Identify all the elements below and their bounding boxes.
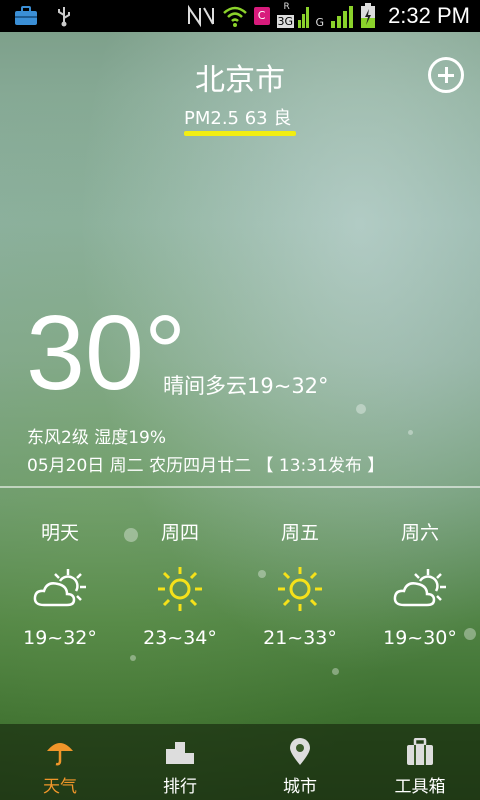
network-indicator: R 3G bbox=[276, 2, 310, 29]
aqi-indicator-bar bbox=[184, 131, 296, 136]
sun-icon bbox=[158, 567, 202, 611]
roaming-label: R bbox=[283, 2, 290, 12]
tab-ranking[interactable]: 排行 bbox=[120, 724, 240, 800]
partly-cloudy-icon bbox=[393, 569, 446, 607]
usb-icon bbox=[58, 7, 70, 27]
divider bbox=[0, 486, 480, 488]
network-type-label: 3G bbox=[276, 15, 295, 28]
forecast-day[interactable]: 周六 19~30° bbox=[360, 518, 480, 649]
sim-badge: C bbox=[253, 7, 270, 25]
carrier-letter: G bbox=[315, 16, 325, 29]
forecast-range: 21~33° bbox=[263, 627, 337, 649]
umbrella-icon bbox=[47, 743, 73, 766]
toolbox-icon bbox=[407, 737, 433, 765]
signal-bars-icon bbox=[297, 7, 309, 28]
tab-city[interactable]: 城市 bbox=[240, 724, 360, 800]
forecast-day[interactable]: 明天 19~32° bbox=[0, 518, 120, 649]
sun-icon bbox=[278, 567, 322, 611]
forecast-day-name: 周五 bbox=[280, 522, 319, 544]
partly-cloudy-icon bbox=[33, 569, 86, 607]
tab-label: 城市 bbox=[283, 777, 317, 797]
cell-signal-icon bbox=[331, 6, 354, 28]
forecast-day[interactable]: 周四 23~34° bbox=[120, 518, 240, 649]
tab-weather[interactable]: 天气 bbox=[0, 724, 120, 800]
tab-label: 工具箱 bbox=[394, 777, 446, 797]
current-condition: 晴间多云19~32° bbox=[163, 374, 329, 398]
bottom-tab-bar: 天气 排行 城市 工具箱 bbox=[0, 724, 480, 800]
forecast-range: 19~30° bbox=[383, 627, 457, 649]
forecast-row: 明天 19~32° 周四 23~34° 周五 21~33° 周六 19~30° bbox=[0, 518, 480, 658]
tab-label: 排行 bbox=[163, 777, 197, 797]
wifi-icon bbox=[222, 6, 247, 27]
no-signal-nfc-icon bbox=[187, 4, 214, 28]
forecast-day-name: 周四 bbox=[160, 522, 199, 544]
city-name[interactable]: 北京市 bbox=[0, 55, 480, 99]
date-publish-line: 05月20日 周二 农历四月廿二 【 13:31发布 】 bbox=[27, 456, 385, 476]
wind-humidity: 东风2级 湿度19% bbox=[27, 428, 167, 448]
status-time: 2:32 PM bbox=[388, 3, 470, 28]
bokeh-dot bbox=[332, 668, 339, 675]
forecast-day-name: 周六 bbox=[400, 522, 439, 544]
tab-label: 天气 bbox=[43, 777, 77, 797]
aqi-label[interactable]: PM2.5 63 良 bbox=[184, 104, 291, 130]
status-bar: C R 3G G 2:32 PM bbox=[0, 0, 480, 32]
forecast-day-name: 明天 bbox=[40, 522, 79, 544]
bokeh-dot bbox=[356, 404, 366, 414]
forecast-range: 19~32° bbox=[23, 627, 97, 649]
add-city-button[interactable] bbox=[428, 57, 464, 93]
podium-icon bbox=[166, 742, 194, 764]
tab-toolbox[interactable]: 工具箱 bbox=[360, 724, 480, 800]
forecast-day[interactable]: 周五 21~33° bbox=[240, 518, 360, 649]
location-pin-icon bbox=[290, 738, 310, 765]
bokeh-dot bbox=[408, 430, 413, 435]
battery-charging-icon bbox=[361, 3, 376, 28]
briefcase-icon bbox=[15, 6, 37, 25]
forecast-range: 23~34° bbox=[143, 627, 217, 649]
